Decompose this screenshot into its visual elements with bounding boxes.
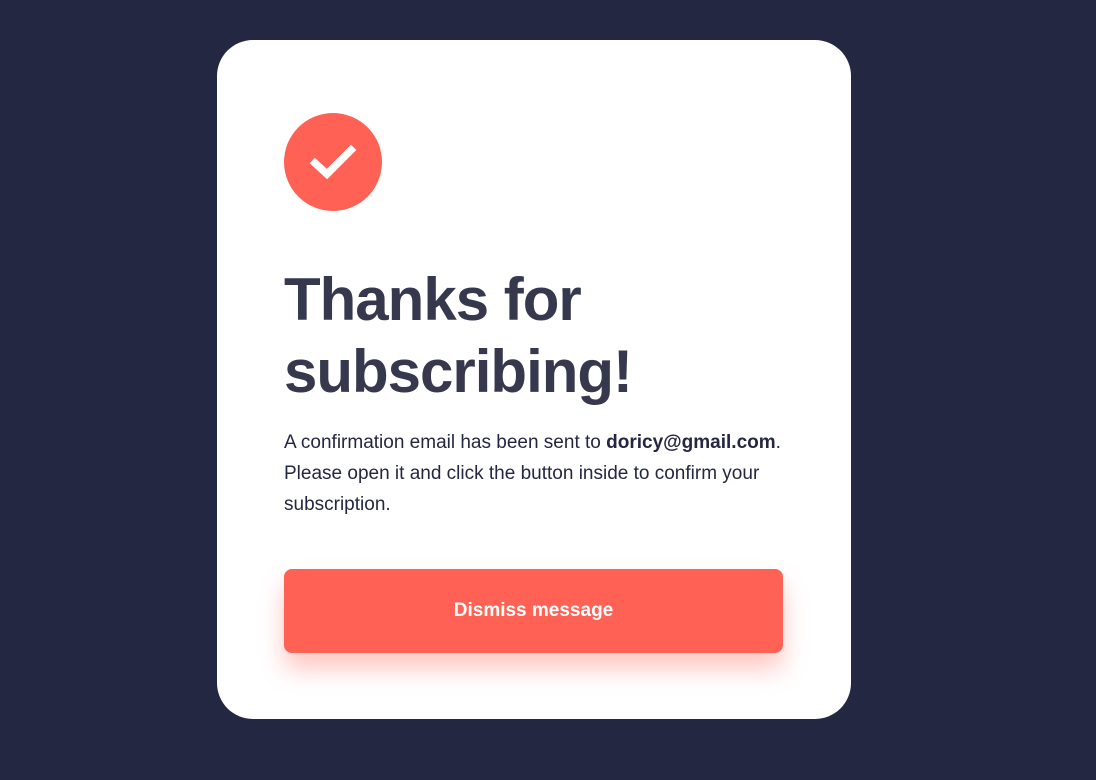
subscriber-email: doricy@gmail.com xyxy=(606,432,776,453)
success-badge xyxy=(284,113,382,211)
message-text-before: A confirmation email has been sent to xyxy=(284,432,607,453)
page: { "card": { "icon": "check-icon", "title… xyxy=(0,0,1096,780)
success-title: Thanks for subscribing! xyxy=(284,266,633,405)
check-icon xyxy=(309,144,357,180)
dismiss-message-button[interactable]: Dismiss message xyxy=(284,569,783,653)
success-card: Thanks for subscribing! A confirmation e… xyxy=(217,40,851,719)
confirmation-message: A confirmation email has been sent to do… xyxy=(284,427,784,520)
